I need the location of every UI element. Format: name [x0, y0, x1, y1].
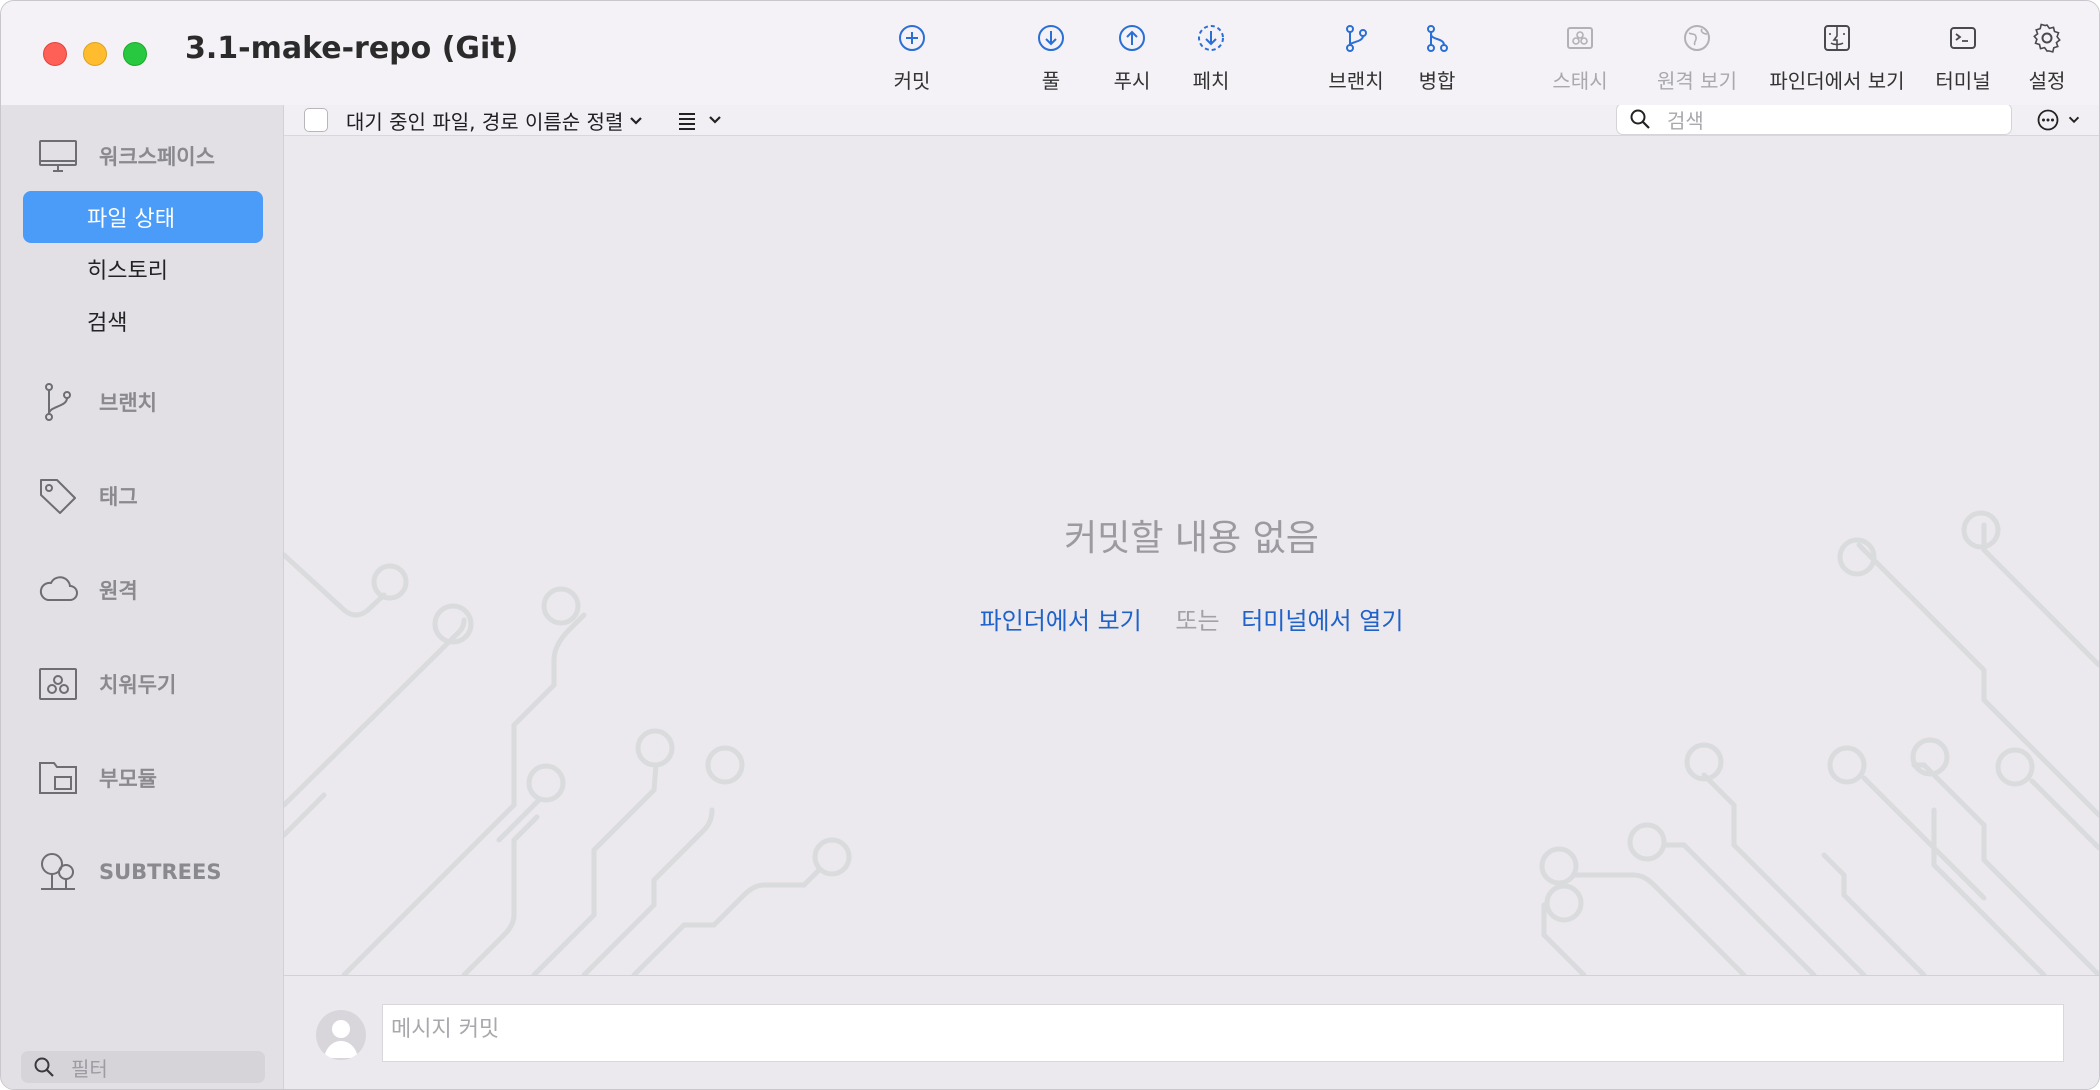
- branch-label: 브랜치: [1328, 69, 1384, 93]
- show-in-finder-label: 파인더에서 보기: [1769, 69, 1905, 93]
- trees-icon: [41, 853, 75, 890]
- sort-dropdown[interactable]: 대기 중인 파일, 경로 이름순 정렬: [346, 106, 645, 135]
- commit-message-input[interactable]: 메시지 커밋: [382, 1004, 2064, 1062]
- search-placeholder: 검색: [1667, 108, 1704, 133]
- subtrees-label: SUBTREES: [99, 860, 222, 884]
- show-in-finder-link[interactable]: 파인더에서 보기: [980, 607, 1142, 635]
- fetch-icon: [1198, 25, 1224, 51]
- user-silhouette-icon: [324, 1020, 358, 1058]
- push-label: 푸시: [1113, 69, 1151, 93]
- terminal-icon: [1950, 27, 1976, 49]
- sort-dropdown-label: 대기 중인 파일, 경로 이름순 정렬: [346, 110, 624, 134]
- submodules-section[interactable]: 부모듈: [37, 757, 157, 799]
- gear-icon: [2033, 23, 2061, 53]
- subtrees-section[interactable]: SUBTREES: [37, 851, 222, 893]
- stash-label: 스태시: [1552, 69, 1608, 93]
- remote-view-label: 원격 보기: [1657, 69, 1737, 93]
- settings-button[interactable]: 설정: [2017, 21, 2077, 101]
- app-window: 3.1-make-repo (Git) 커밋 풀 푸시 페치 브랜치 병합 스태…: [0, 0, 2100, 1090]
- toolbar: 3.1-make-repo (Git) 커밋 풀 푸시 페치 브랜치 병합 스태…: [1, 1, 2099, 106]
- commit-message-placeholder: 메시지 커밋: [391, 1017, 500, 1042]
- pull-label: 풀: [1041, 69, 1061, 93]
- zoom-window-button[interactable]: [123, 42, 147, 66]
- stash-icon: [1567, 27, 1593, 49]
- chevron-down-icon: [630, 116, 643, 125]
- stash-icon: [39, 668, 77, 700]
- cloud-icon: [39, 576, 78, 601]
- sidebar-item-history[interactable]: 히스토리: [23, 243, 263, 295]
- arrow-down-circle-icon: [1038, 25, 1064, 51]
- open-in-terminal-link[interactable]: 터미널에서 열기: [1241, 607, 1403, 635]
- more-options-button[interactable]: [2036, 108, 2082, 132]
- or-text: 또는: [1175, 607, 1220, 635]
- sidebar-item-label: 파일 상태: [87, 207, 175, 232]
- filter-placeholder: 필터: [71, 1056, 108, 1081]
- workspace-section: 워크스페이스: [37, 135, 215, 177]
- close-window-button[interactable]: [43, 42, 67, 66]
- file-search-input[interactable]: 검색: [1616, 105, 2012, 135]
- list-icon: [679, 113, 695, 130]
- submodules-label: 부모듈: [99, 767, 157, 791]
- merge-label: 병합: [1418, 69, 1456, 93]
- commit-button[interactable]: 커밋: [882, 21, 942, 101]
- settings-label: 설정: [2028, 69, 2066, 93]
- fetch-label: 페치: [1192, 69, 1230, 93]
- submodule-icon: [39, 762, 77, 794]
- search-icon: [34, 1057, 54, 1077]
- sidebar-item-search[interactable]: 검색: [23, 295, 263, 347]
- tags-label: 태그: [99, 485, 138, 509]
- empty-state-actions: 파인더에서 보기 또는 터미널에서 열기: [284, 601, 2099, 636]
- branches-label: 브랜치: [99, 391, 157, 415]
- select-all-checkbox[interactable]: [304, 108, 328, 132]
- file-list-toolbar: 대기 중인 파일, 경로 이름순 정렬 검색: [284, 105, 2099, 136]
- commit-area: 메시지 커밋: [284, 975, 2099, 1089]
- empty-state-title: 커밋할 내용 없음: [1064, 518, 1319, 559]
- commit-label: 커밋: [893, 69, 931, 93]
- arrow-up-circle-icon: [1119, 25, 1145, 51]
- sidebar-item-label: 검색: [87, 311, 128, 336]
- chevron-down-icon: [709, 116, 721, 124]
- remotes-section[interactable]: 원격: [37, 569, 138, 611]
- sidebar-item-file-status[interactable]: 파일 상태: [23, 191, 263, 243]
- pull-button[interactable]: 풀: [1021, 21, 1081, 101]
- minimize-window-button[interactable]: [83, 42, 107, 66]
- sidebar: 워크스페이스 파일 상태 히스토리 검색 브랜치 태그 원격 치워두기 부모듈 …: [1, 105, 284, 1089]
- plus-circle-icon: [899, 25, 925, 51]
- file-status-panel: 대기 중인 파일, 경로 이름순 정렬 검색 커밋할 내용 없음 파인더에서 보…: [284, 105, 2099, 975]
- branch-icon: [45, 383, 71, 421]
- branch-button[interactable]: 브랜치: [1321, 21, 1391, 101]
- show-in-finder-button[interactable]: 파인더에서 보기: [1767, 21, 1907, 101]
- window-title: 3.1-make-repo (Git): [185, 31, 519, 66]
- tag-icon: [40, 479, 76, 514]
- merge-icon: [1427, 25, 1448, 52]
- merge-button[interactable]: 병합: [1407, 21, 1467, 101]
- ellipsis-circle-icon: [2037, 109, 2059, 131]
- branches-section[interactable]: 브랜치: [37, 381, 157, 423]
- stashes-label: 치워두기: [99, 673, 177, 697]
- stash-button[interactable]: 스태시: [1545, 21, 1615, 101]
- view-mode-dropdown[interactable]: [676, 109, 724, 131]
- push-button[interactable]: 푸시: [1102, 21, 1162, 101]
- branch-icon: [1346, 25, 1367, 52]
- search-icon: [1630, 109, 1650, 129]
- workspace-label: 워크스페이스: [99, 145, 215, 169]
- avatar: [316, 1010, 366, 1060]
- fetch-button[interactable]: 페치: [1181, 21, 1241, 101]
- remotes-label: 원격: [99, 579, 138, 603]
- terminal-label: 터미널: [1935, 69, 1991, 93]
- remote-view-button[interactable]: 원격 보기: [1651, 21, 1743, 101]
- finder-icon: [1824, 25, 1850, 51]
- globe-icon: [1684, 25, 1710, 51]
- tags-section[interactable]: 태그: [37, 475, 138, 517]
- chevron-down-icon: [2068, 116, 2080, 124]
- sidebar-item-label: 히스토리: [87, 259, 168, 284]
- terminal-button[interactable]: 터미널: [1933, 21, 1993, 101]
- stashes-section[interactable]: 치워두기: [37, 663, 176, 705]
- sidebar-filter-input[interactable]: 필터: [21, 1051, 265, 1083]
- monitor-icon: [39, 140, 77, 172]
